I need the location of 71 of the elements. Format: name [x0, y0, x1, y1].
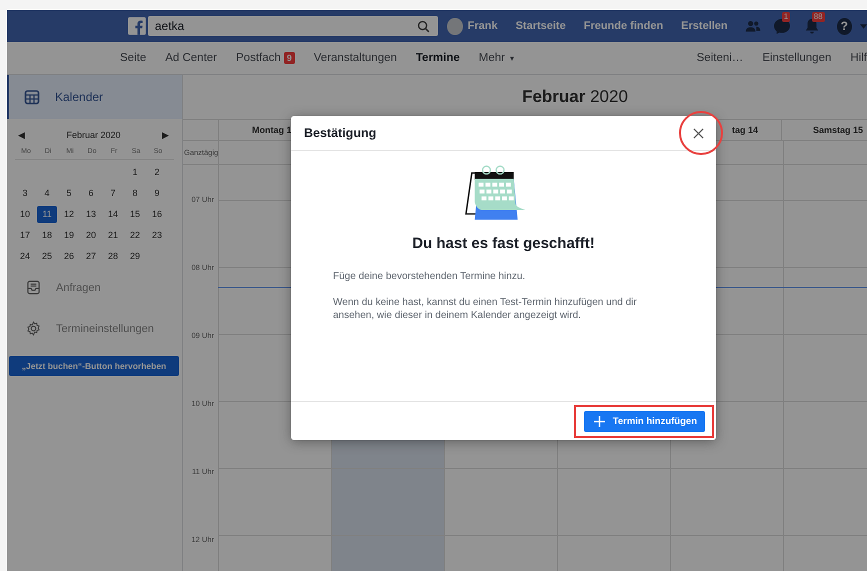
add-event-button[interactable]: Termin hinzufügen [584, 410, 705, 432]
calendar-day[interactable]: 25 [37, 248, 57, 265]
calendar-day[interactable]: 29 [125, 248, 145, 265]
avatar-icon[interactable] [447, 18, 463, 34]
calendar-day[interactable]: 22 [125, 227, 145, 244]
calendar-day[interactable]: 14 [103, 206, 123, 223]
search-field[interactable]: aetka [148, 16, 438, 36]
calendar-day[interactable]: 1 [125, 164, 145, 181]
day-header: tag 14 [732, 125, 758, 135]
page-tab[interactable]: Seiteni… [696, 52, 744, 64]
calendar-day[interactable]: 11 [37, 206, 57, 223]
calendar-day[interactable]: 10 [15, 206, 35, 223]
calendar-day[interactable]: 17 [15, 227, 35, 244]
logo-icon[interactable] [128, 16, 146, 36]
notification-badge: 1 [782, 12, 790, 22]
nav-link[interactable]: Startseite [516, 20, 566, 32]
calendar-icon [24, 89, 40, 105]
help-button[interactable]: ? [836, 18, 852, 34]
profile-link[interactable]: Frank [468, 20, 498, 32]
calendar-menu-item[interactable]: Kalender [7, 75, 182, 119]
calendar-day[interactable]: 6 [81, 185, 101, 202]
chat-bubble-icon[interactable] [772, 18, 791, 34]
calendar-day[interactable]: 18 [37, 227, 57, 244]
dialog-heading: Du hast es fast geschafft! [412, 235, 595, 252]
day-header: Samstag 15 [812, 125, 864, 135]
page-tab[interactable]: Veranstaltungen [314, 52, 397, 64]
dialog-title: Bestätigung [304, 126, 376, 140]
friends-icon[interactable] [744, 18, 761, 34]
day-header: Montag 1 [252, 125, 292, 135]
calendar-day[interactable]: 9 [147, 185, 167, 202]
close-icon[interactable] [693, 128, 704, 138]
calendar-day[interactable]: 27 [81, 248, 101, 265]
page-tab[interactable]: Mehr ▾ [478, 52, 514, 64]
caret-icon[interactable] [860, 24, 867, 28]
calendar-day[interactable]: 5 [59, 185, 79, 202]
dialog-text: Wenn du keine hast, kannst du einen Test-Termin hinzufügen und dir ansehen, wie dieser in deinem Kalender angezeigt wird. [332, 296, 638, 322]
calendar-day[interactable]: 2 [147, 164, 167, 181]
calendar-day[interactable]: 4 [37, 185, 57, 202]
calendar-day[interactable]: 26 [59, 248, 79, 265]
search-icon[interactable] [417, 20, 430, 32]
notification-badge: 88 [812, 12, 825, 22]
plus-icon [594, 416, 605, 426]
calendar-day[interactable]: 7 [103, 185, 123, 202]
calendar-day[interactable]: 15 [125, 206, 145, 223]
settings-icon [26, 321, 41, 336]
tray-icon [26, 280, 41, 295]
page-tab[interactable]: Ad Center [165, 52, 217, 64]
promote-button[interactable]: „Jetzt buchen“-Button hervorheben [9, 356, 179, 376]
calendar-day[interactable]: 23 [147, 227, 167, 244]
calendar-day[interactable]: 16 [147, 206, 167, 223]
page-tab[interactable]: Seite [120, 52, 146, 64]
calendar-day[interactable]: 13 [81, 206, 101, 223]
month-label: Februar 2020 [66, 130, 121, 140]
next-month-button[interactable]: ▶ [162, 130, 169, 140]
page-tab[interactable]: Einstellungen [762, 52, 832, 64]
dialog-text: Füge deine bevorstehenden Termine hinzu. [332, 270, 526, 283]
calendar-day[interactable]: 24 [15, 248, 35, 265]
page-tab[interactable]: Termine [416, 52, 460, 64]
calendar-day[interactable]: 21 [103, 227, 123, 244]
calendar-day[interactable]: 12 [59, 206, 79, 223]
page-tab[interactable]: Hilf [850, 52, 867, 64]
calendar-day[interactable]: 19 [59, 227, 79, 244]
calendar-day[interactable]: 20 [81, 227, 101, 244]
calendar-day[interactable]: 3 [15, 185, 35, 202]
previous-month-button[interactable]: ◀ [18, 130, 25, 140]
month-title: Februar 2020 [522, 87, 628, 107]
nav-link[interactable]: Freunde finden [584, 20, 664, 32]
page-tab[interactable]: Postfach 9 [236, 52, 295, 64]
calendar-day[interactable]: 8 [125, 185, 145, 202]
nav-link[interactable]: Erstellen [681, 20, 728, 32]
calendar-day[interactable]: 28 [103, 248, 123, 265]
